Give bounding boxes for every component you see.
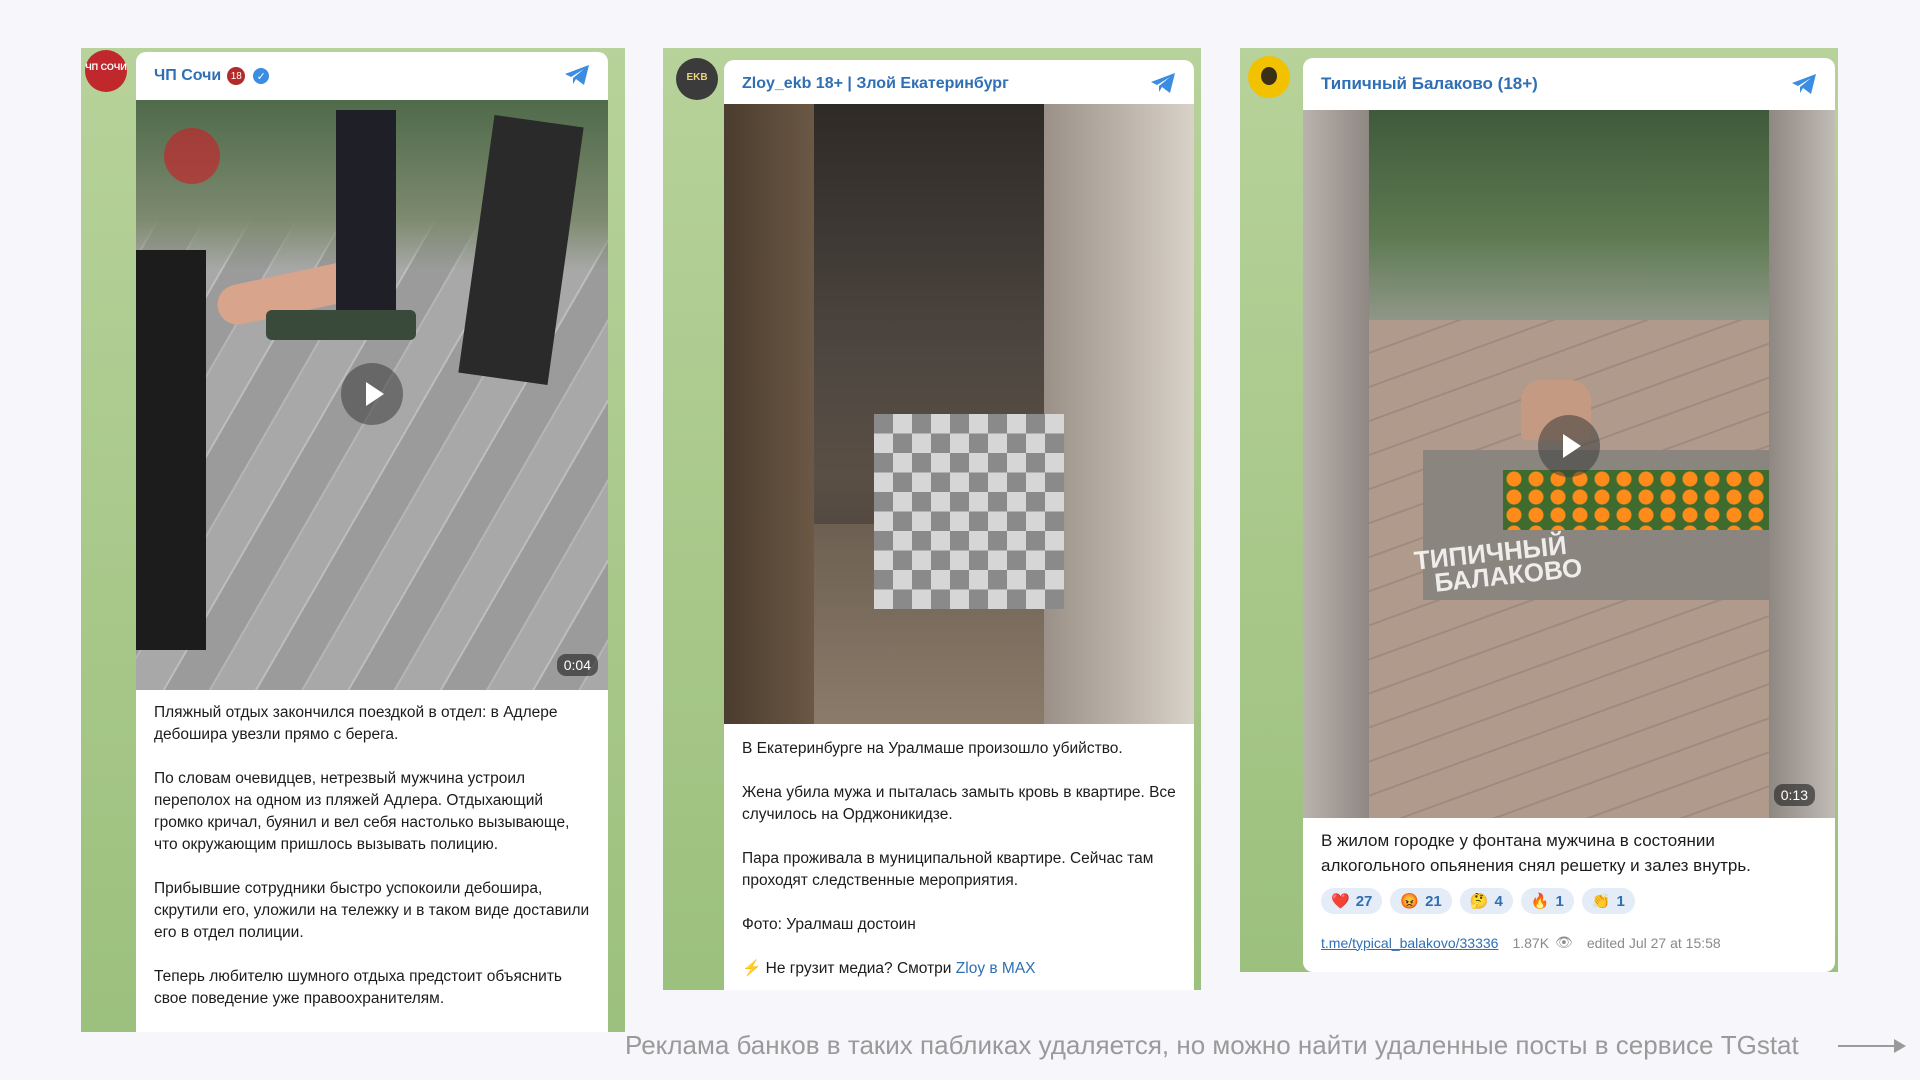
reaction-count: 4: [1494, 892, 1503, 910]
scene-trees: [1369, 110, 1769, 320]
telegram-icon[interactable]: [1791, 73, 1817, 95]
channel-avatar[interactable]: EKB: [676, 58, 718, 100]
watermark-logo: [164, 128, 220, 184]
reaction-fire[interactable]: 🔥 1: [1520, 888, 1574, 914]
scene-legs: [336, 110, 396, 310]
channel-name[interactable]: Типичный Балаково (18+): [1321, 74, 1538, 94]
thinking-face-icon: 🤔: [1469, 893, 1489, 910]
scene-legs: [136, 250, 206, 650]
post-paragraph: Пара проживала в муниципальной квартире.…: [742, 850, 1154, 889]
post-text: Пляжный отдых закончился поездкой в отде…: [154, 702, 590, 1032]
scene-flowers: [1503, 470, 1769, 530]
post-header: Zloy_ekb 18+ | Злой Екатеринбург: [724, 60, 1194, 108]
post-panel-2: EKB Zloy_ekb 18+ | Злой Екатеринбург В Е…: [663, 48, 1201, 990]
reaction-clap[interactable]: 👏 1: [1581, 888, 1635, 914]
reactions-bar: ❤️ 27 😡 21 🤔 4 🔥 1 👏 1: [1321, 888, 1635, 914]
play-button[interactable]: [1538, 415, 1600, 477]
channel-avatar[interactable]: [1248, 56, 1290, 98]
lightning-icon: ⚡: [742, 960, 762, 977]
channel-name[interactable]: Zloy_ekb 18+ | Злой Екатеринбург: [742, 75, 1009, 93]
post-header: Типичный Балаково (18+): [1303, 58, 1835, 110]
telegram-icon[interactable]: [564, 64, 590, 86]
post-card: Типичный Балаково (18+) ТИПИЧНЫЙ БАЛАКОВ…: [1303, 58, 1835, 972]
angry-face-icon: 😡: [1400, 893, 1420, 910]
telegram-icon[interactable]: [1150, 72, 1176, 94]
post-paragraph: В жилом городке у фонтана мужчина в сост…: [1321, 831, 1751, 875]
avatar-label: ЧП СОЧИ: [85, 62, 127, 72]
channel-name[interactable]: ЧП Сочи: [154, 67, 221, 85]
post-photo[interactable]: [724, 104, 1194, 724]
edited-timestamp: edited Jul 27 at 15:58: [1586, 934, 1721, 951]
post-link[interactable]: t.me/typical_balakovo/33336: [1321, 935, 1498, 951]
heart-icon: ❤️: [1331, 893, 1350, 910]
post-panel-3: Типичный Балаково (18+) ТИПИЧНЫЙ БАЛАКОВ…: [1240, 48, 1838, 972]
age-badge: 18: [227, 67, 246, 85]
scene-blur-right: [1769, 110, 1835, 818]
channel-avatar[interactable]: ЧП СОЧИ: [85, 50, 127, 92]
avatar-label: EKB: [686, 72, 708, 83]
post-paragraph: Пляжный отдых закончился поездкой в отде…: [154, 704, 558, 743]
video-duration: 0:13: [1773, 784, 1815, 806]
verified-icon: ✓: [253, 68, 270, 84]
footer-text: Не грузит медиа? Смотри: [765, 960, 952, 977]
reaction-count: 1: [1555, 892, 1564, 910]
max-link[interactable]: Zloy в MAX: [956, 960, 1036, 977]
video-thumbnail[interactable]: 0:04: [136, 100, 608, 690]
post-meta: t.me/typical_balakovo/33336 1.87K 👁 edit…: [1321, 934, 1721, 951]
video-duration: 0:04: [556, 654, 598, 676]
post-footer: ⚡ Не грузит медиа? Смотри Zloy в MAX: [742, 958, 1176, 980]
eye-icon: 👁: [1555, 934, 1573, 950]
views-count: 1.87K: [1512, 934, 1550, 951]
post-paragraph: По словам очевидцев, нетрезвый мужчина у…: [154, 770, 570, 853]
clap-icon: 👏: [1591, 893, 1611, 910]
scene-door: [724, 104, 814, 724]
post-card: Zloy_ekb 18+ | Злой Екатеринбург В Екате…: [724, 60, 1194, 990]
reaction-count: 1: [1616, 892, 1625, 910]
pixelated-area: [874, 414, 1064, 609]
reaction-angry[interactable]: 😡 21: [1390, 888, 1452, 914]
post-paragraph: Фото: Уралмаш достоин: [742, 916, 916, 933]
arrow-right-icon: [1838, 1039, 1906, 1053]
post-paragraph: В Екатеринбурге на Уралмаше произошло уб…: [742, 740, 1123, 757]
scene-blur-left: [1303, 110, 1369, 818]
scene-wall: [1044, 104, 1194, 724]
reaction-thinking[interactable]: 🤔 4: [1459, 888, 1513, 914]
post-paragraph: Жена убила мужа и пыталась замыть кровь …: [742, 784, 1176, 823]
post-header: ЧП Сочи 18 ✓: [136, 52, 608, 100]
reaction-count: 27: [1355, 892, 1373, 910]
scene-cart: [266, 310, 416, 340]
post-panel-1: ЧП СОЧИ ЧП Сочи 18 ✓ 0:04 Пляжный отдых …: [81, 48, 625, 1032]
fire-icon: 🔥: [1530, 893, 1550, 910]
reaction-count: 21: [1425, 892, 1442, 910]
post-paragraph: Теперь любителю шумного отдыха предстоит…: [154, 968, 562, 1007]
post-card: ЧП Сочи 18 ✓ 0:04 Пляжный отдых закончил…: [136, 52, 608, 1032]
avatar-emoji-icon: [1261, 67, 1277, 85]
post-paragraph: Прибывшие сотрудники быстро успокоили де…: [154, 880, 590, 941]
post-text: В Екатеринбурге на Уралмаше произошло уб…: [742, 738, 1176, 990]
slide-caption: Реклама банков в таких пабликах удаляетс…: [625, 1030, 1799, 1060]
play-button[interactable]: [341, 363, 403, 425]
video-thumbnail[interactable]: ТИПИЧНЫЙ БАЛАКОВО 0:13: [1303, 110, 1835, 818]
reaction-heart[interactable]: ❤️ 27: [1321, 888, 1383, 914]
